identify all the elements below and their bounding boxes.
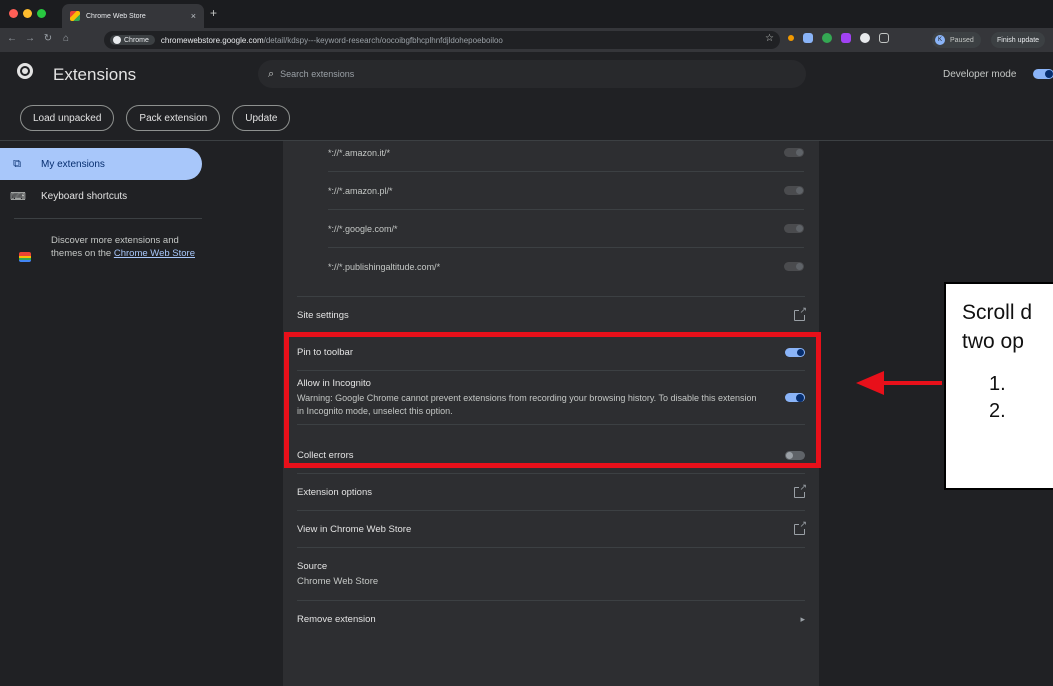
sidebar-divider — [14, 218, 202, 219]
extension-options-label: Extension options — [297, 486, 372, 498]
sidebar-item-label: Keyboard shortcuts — [41, 190, 128, 202]
browser-window: Chrome Web Store × + ← → ↻ ⌂ Chrome chro… — [0, 0, 1053, 686]
sidebar-item-label: My extensions — [41, 158, 105, 170]
remove-extension-label: Remove extension — [297, 614, 376, 625]
url-host: chromewebstore.google.com — [160, 35, 264, 45]
host-pattern: *://*.publishingaltitude.com/* — [328, 262, 441, 272]
browser-tab[interactable]: Chrome Web Store × — [62, 4, 204, 28]
site-access-row: *://*.amazon.pl/* — [328, 172, 804, 210]
record-icon[interactable] — [788, 35, 794, 41]
pack-extension-button[interactable]: Pack extension — [126, 105, 221, 131]
sidebar-item-keyboard-shortcuts[interactable]: ⌨ Keyboard shortcuts — [10, 180, 202, 212]
open-external-icon[interactable] — [794, 518, 807, 535]
reload-icon[interactable]: ↻ — [40, 33, 56, 44]
source-value: Chrome Web Store — [297, 576, 379, 587]
profile-button[interactable]: K Paused — [932, 32, 981, 48]
host-toggle[interactable] — [784, 224, 804, 233]
extension-app-icon[interactable] — [841, 33, 851, 43]
host-toggle[interactable] — [784, 262, 804, 271]
chrome-icon — [113, 36, 121, 44]
sync-extension-icon[interactable] — [860, 33, 870, 43]
developer-mode-label: Developer mode — [943, 69, 1017, 80]
forward-icon[interactable]: → — [22, 33, 38, 44]
grammarly-icon[interactable] — [822, 33, 832, 43]
puzzle-icon: ⧉ — [13, 157, 21, 170]
chevron-right-icon: ▸ — [800, 614, 805, 624]
open-external-icon[interactable] — [794, 481, 807, 498]
webstore-icon — [19, 252, 31, 262]
browser-toolbar: ← → ↻ ⌂ Chrome chromewebstore.google.com… — [0, 28, 1053, 52]
highlight-box — [284, 332, 821, 468]
host-pattern: *://*.google.com/* — [328, 223, 398, 234]
site-access-row: *://*.google.com/* — [328, 210, 804, 248]
callout-text-line-1: Scroll d — [962, 301, 1033, 324]
tab-strip: Chrome Web Store × + — [0, 0, 1053, 28]
site-chip-label: Chrome — [124, 36, 149, 44]
source-row: Source Chrome Web Store — [297, 559, 805, 601]
finish-update-button[interactable]: Finish update — [991, 32, 1046, 48]
search-placeholder: Search extensions — [280, 69, 355, 79]
source-label: Source — [297, 561, 328, 572]
site-chip[interactable]: Chrome — [110, 35, 155, 45]
arrow-head-icon — [856, 371, 884, 395]
view-in-store-label: View in Chrome Web Store — [297, 523, 412, 535]
load-unpacked-button[interactable]: Load unpacked — [20, 105, 115, 131]
host-toggle[interactable] — [784, 186, 804, 195]
remove-extension-row[interactable]: Remove extension ▸ — [297, 601, 805, 638]
tab-title: Chrome Web Store — [86, 12, 146, 20]
host-pattern: *://*.amazon.pl/* — [328, 185, 393, 196]
puzzle-icon[interactable] — [879, 33, 889, 43]
close-window-button[interactable] — [9, 9, 18, 18]
extension-icons — [788, 33, 889, 43]
extension-options-row[interactable]: Extension options — [297, 474, 807, 511]
host-toggle[interactable] — [784, 148, 804, 157]
home-icon[interactable]: ⌂ — [58, 33, 74, 44]
tab-close-icon[interactable]: × — [191, 11, 196, 21]
callout-item-1: 1. — [989, 373, 1006, 395]
webstore-favicon-icon — [70, 11, 80, 21]
chrome-web-store-link[interactable]: Chrome Web Store — [114, 248, 195, 259]
developer-actions: Load unpacked Pack extension Update — [20, 105, 291, 131]
view-in-store-row[interactable]: View in Chrome Web Store — [297, 511, 807, 548]
page-title: Extensions — [53, 65, 137, 84]
discover-text: Discover more extensions and themes on t… — [51, 234, 201, 260]
sidebar-item-my-extensions[interactable]: ⧉ My extensions — [0, 148, 202, 180]
site-access-row: *://*.amazon.it/* — [328, 134, 804, 172]
developer-mode-toggle[interactable] — [1033, 69, 1053, 79]
annotation-callout: Scroll d two op 1. 2. — [944, 282, 1053, 490]
search-icon: ⌕ — [268, 67, 275, 80]
extensions-logo-icon — [17, 63, 33, 79]
host-pattern: *://*.amazon.it/* — [328, 147, 391, 158]
maximize-window-button[interactable] — [37, 9, 46, 18]
update-button[interactable]: Update — [232, 105, 291, 131]
site-settings-row[interactable]: Site settings — [297, 296, 807, 334]
search-input[interactable]: ⌕ Search extensions — [258, 60, 806, 88]
profile-status: Paused — [950, 36, 974, 44]
back-icon[interactable]: ← — [4, 33, 20, 44]
open-external-icon[interactable] — [794, 304, 807, 321]
keyboard-icon: ⌨ — [10, 190, 26, 203]
annotation-arrow — [880, 381, 942, 385]
site-settings-label: Site settings — [297, 309, 349, 321]
url-path: /detail/kdspy---keyword-research/oocoibg… — [263, 35, 503, 45]
bookmark-star-icon[interactable]: ☆ — [765, 33, 774, 44]
callout-item-2: 2. — [989, 400, 1006, 422]
callout-text-line-2: two op — [962, 330, 1024, 353]
address-bar[interactable]: Chrome chromewebstore.google.com/detail/… — [104, 31, 780, 49]
site-access-row: *://*.publishingaltitude.com/* — [328, 248, 804, 286]
minimize-window-button[interactable] — [23, 9, 32, 18]
profile-avatar: K — [935, 35, 945, 45]
new-tab-button[interactable]: + — [210, 6, 217, 20]
chart-extension-icon[interactable] — [803, 33, 813, 43]
